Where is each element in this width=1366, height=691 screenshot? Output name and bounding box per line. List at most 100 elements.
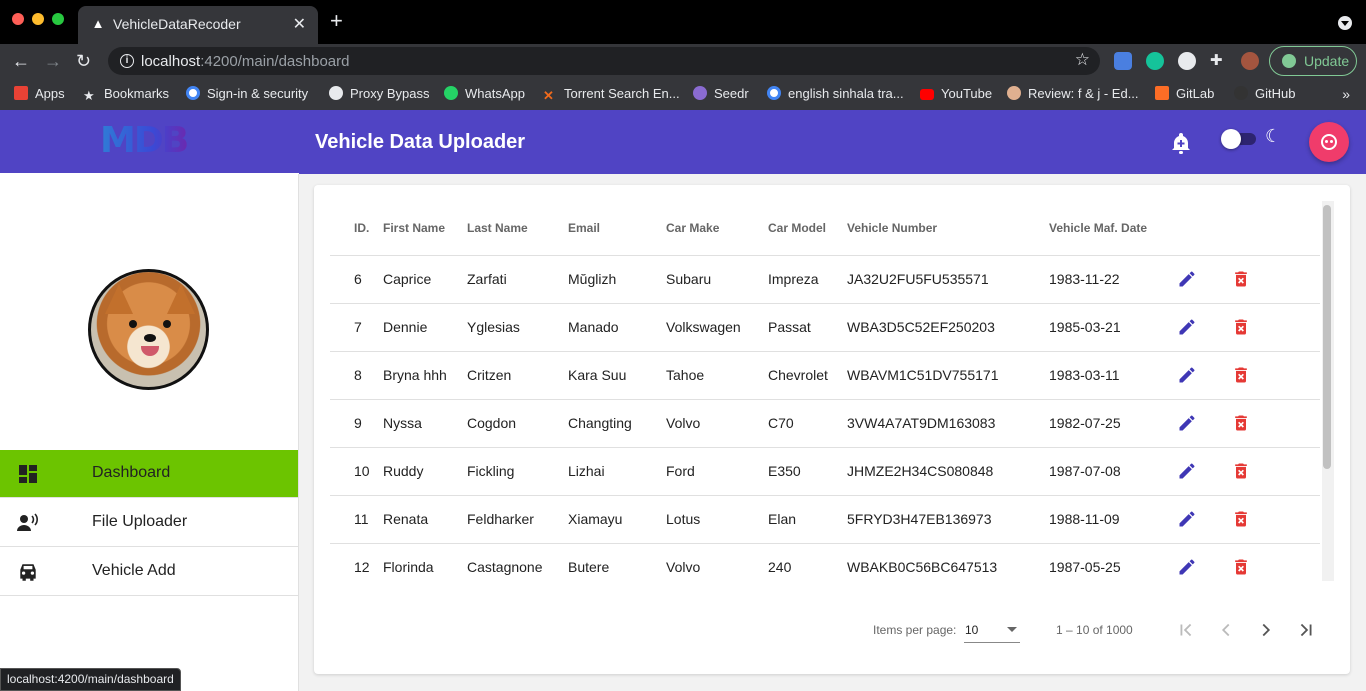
back-icon[interactable]: ← bbox=[12, 50, 30, 72]
cell-car-model: Chevrolet bbox=[768, 351, 847, 400]
profile-avatar-icon[interactable] bbox=[1241, 52, 1259, 70]
items-per-page-select[interactable]: 10 bbox=[964, 617, 1020, 643]
user-menu-button[interactable] bbox=[1309, 122, 1349, 162]
bookmark-torrent-search[interactable]: ✕ Torrent Search En... bbox=[543, 83, 680, 105]
next-page-icon[interactable] bbox=[1255, 619, 1277, 641]
column-header-car-model[interactable]: Car Model bbox=[768, 201, 847, 256]
edit-icon[interactable] bbox=[1177, 365, 1197, 385]
bookmark-youtube[interactable]: YouTube bbox=[920, 83, 992, 105]
column-header-vehicle-number[interactable]: Vehicle Number bbox=[847, 201, 1049, 256]
extension-icon[interactable] bbox=[1178, 52, 1196, 70]
close-tab-icon[interactable]: ✕ bbox=[293, 14, 306, 34]
delete-cell bbox=[1231, 255, 1320, 304]
column-header-maf-date[interactable]: Vehicle Maf. Date bbox=[1049, 201, 1177, 256]
bookmark-gitlab[interactable]: GitLab bbox=[1155, 83, 1214, 105]
bookmark-seedr[interactable]: Seedr bbox=[693, 83, 749, 105]
add-alert-icon[interactable] bbox=[1171, 132, 1191, 154]
minimize-window-button[interactable] bbox=[32, 13, 44, 25]
angular-icon: ▲ bbox=[91, 16, 105, 31]
column-header-last-name[interactable]: Last Name bbox=[467, 201, 568, 256]
delete-forever-icon[interactable] bbox=[1231, 557, 1251, 577]
delete-forever-icon[interactable] bbox=[1231, 509, 1251, 529]
edit-icon[interactable] bbox=[1177, 557, 1197, 577]
address-bar[interactable]: i localhost:4200/main/dashboard ☆ bbox=[108, 47, 1100, 75]
bookmark-star-icon[interactable]: ☆ bbox=[1075, 50, 1090, 70]
dark-mode-icon: ☾ bbox=[1265, 126, 1282, 146]
translate-extension-icon[interactable] bbox=[1114, 52, 1132, 70]
bookmark-apps[interactable]: Apps bbox=[14, 83, 65, 105]
record-voice-icon bbox=[17, 513, 38, 531]
cell-maf-date: 1985-03-21 bbox=[1049, 303, 1177, 352]
url-text[interactable]: localhost:4200/main/dashboard bbox=[141, 53, 349, 70]
delete-forever-icon[interactable] bbox=[1231, 365, 1251, 385]
page-title: Vehicle Data Uploader bbox=[315, 131, 526, 153]
menu-item-dashboard[interactable]: Dashboard bbox=[0, 450, 298, 498]
cell-first-name: Bryna hhh bbox=[383, 351, 467, 400]
forward-icon[interactable]: → bbox=[44, 50, 62, 72]
column-header-email[interactable]: Email bbox=[568, 201, 666, 256]
update-button[interactable]: Update bbox=[1269, 46, 1357, 76]
previous-page-icon[interactable] bbox=[1215, 619, 1237, 641]
table-row: 6 Caprice Zarfati Mŭglizh Subaru Impreza JA32U… bbox=[330, 255, 1320, 304]
delete-forever-icon[interactable] bbox=[1231, 413, 1251, 433]
bookmark-bookmarks[interactable]: ★ Bookmarks bbox=[83, 83, 169, 105]
site-info-icon[interactable]: i bbox=[120, 54, 134, 68]
cell-last-name: Cogdon bbox=[467, 399, 568, 448]
cell-last-name: Feldharker bbox=[467, 495, 568, 544]
edit-icon[interactable] bbox=[1177, 509, 1197, 529]
puzzle-extensions-icon[interactable]: ✚ bbox=[1210, 52, 1228, 70]
maximize-window-button[interactable] bbox=[52, 13, 64, 25]
torrent-icon: ✕ bbox=[543, 88, 554, 103]
edit-cell bbox=[1177, 495, 1231, 544]
status-bar-url: localhost:4200/main/dashboard bbox=[0, 668, 181, 691]
edit-icon[interactable] bbox=[1177, 413, 1197, 433]
scrollbar-thumb[interactable] bbox=[1323, 205, 1331, 469]
bookmark-sign-in-security[interactable]: Sign-in & security bbox=[186, 83, 308, 105]
first-page-icon[interactable] bbox=[1175, 619, 1197, 641]
cell-id: 6 bbox=[330, 255, 383, 304]
cell-id: 8 bbox=[330, 351, 383, 400]
paginator: Items per page: 10 1 – 10 of 1000 bbox=[314, 615, 1350, 645]
column-header-id[interactable]: ID. bbox=[330, 201, 383, 256]
theme-toggle[interactable] bbox=[1221, 129, 1241, 149]
menu-item-vehicle-add[interactable]: Vehicle Add bbox=[0, 548, 298, 596]
more-bookmarks-icon[interactable]: » bbox=[1342, 83, 1350, 105]
dog-nose bbox=[144, 334, 156, 342]
dog-mouth bbox=[141, 346, 159, 356]
bookmark-review[interactable]: Review: f & j - Ed... bbox=[1007, 83, 1139, 105]
bookmark-proxy-bypass[interactable]: Proxy Bypass bbox=[329, 83, 429, 105]
bookmark-github[interactable]: GitHub bbox=[1234, 83, 1295, 105]
column-header-car-make[interactable]: Car Make bbox=[666, 201, 768, 256]
cell-maf-date: 1988-11-09 bbox=[1049, 495, 1177, 544]
tab-search-icon[interactable] bbox=[1338, 16, 1352, 30]
last-page-icon[interactable] bbox=[1295, 619, 1317, 641]
cell-maf-date: 1987-05-25 bbox=[1049, 543, 1177, 581]
edit-icon[interactable] bbox=[1177, 461, 1197, 481]
delete-forever-icon[interactable] bbox=[1231, 317, 1251, 337]
cell-first-name: Ruddy bbox=[383, 447, 467, 496]
grammarly-extension-icon[interactable] bbox=[1146, 52, 1164, 70]
cell-vehicle-number: WBAVM1C51DV755171 bbox=[847, 351, 1049, 400]
delete-cell bbox=[1231, 351, 1320, 400]
browser-tab[interactable]: ▲ VehicleDataRecoder ✕ bbox=[78, 6, 318, 44]
bookmark-label: Sign-in & security bbox=[207, 86, 309, 101]
bookmark-english-sinhala[interactable]: english sinhala tra... bbox=[767, 83, 904, 105]
menu-item-file-uploader[interactable]: File Uploader bbox=[0, 499, 298, 547]
column-header-first-name[interactable]: First Name bbox=[383, 201, 467, 256]
cell-email: Xiamayu bbox=[568, 495, 666, 544]
bookmark-label: Seedr bbox=[714, 86, 749, 101]
dashboard-icon bbox=[19, 465, 37, 483]
page-range-label: 1 – 10 of 1000 bbox=[1056, 623, 1133, 637]
delete-forever-icon[interactable] bbox=[1231, 461, 1251, 481]
delete-forever-icon[interactable] bbox=[1231, 269, 1251, 289]
bookmark-label: Review: f & j - Ed... bbox=[1028, 86, 1139, 101]
table-scrollbar[interactable] bbox=[1322, 201, 1334, 581]
cell-car-make: Volkswagen bbox=[666, 303, 768, 352]
edit-icon[interactable] bbox=[1177, 317, 1197, 337]
new-tab-icon[interactable]: + bbox=[330, 10, 343, 32]
delete-cell bbox=[1231, 303, 1320, 352]
bookmark-whatsapp[interactable]: WhatsApp bbox=[444, 83, 525, 105]
close-window-button[interactable] bbox=[12, 13, 24, 25]
reload-icon[interactable]: ↻ bbox=[76, 50, 91, 72]
edit-icon[interactable] bbox=[1177, 269, 1197, 289]
